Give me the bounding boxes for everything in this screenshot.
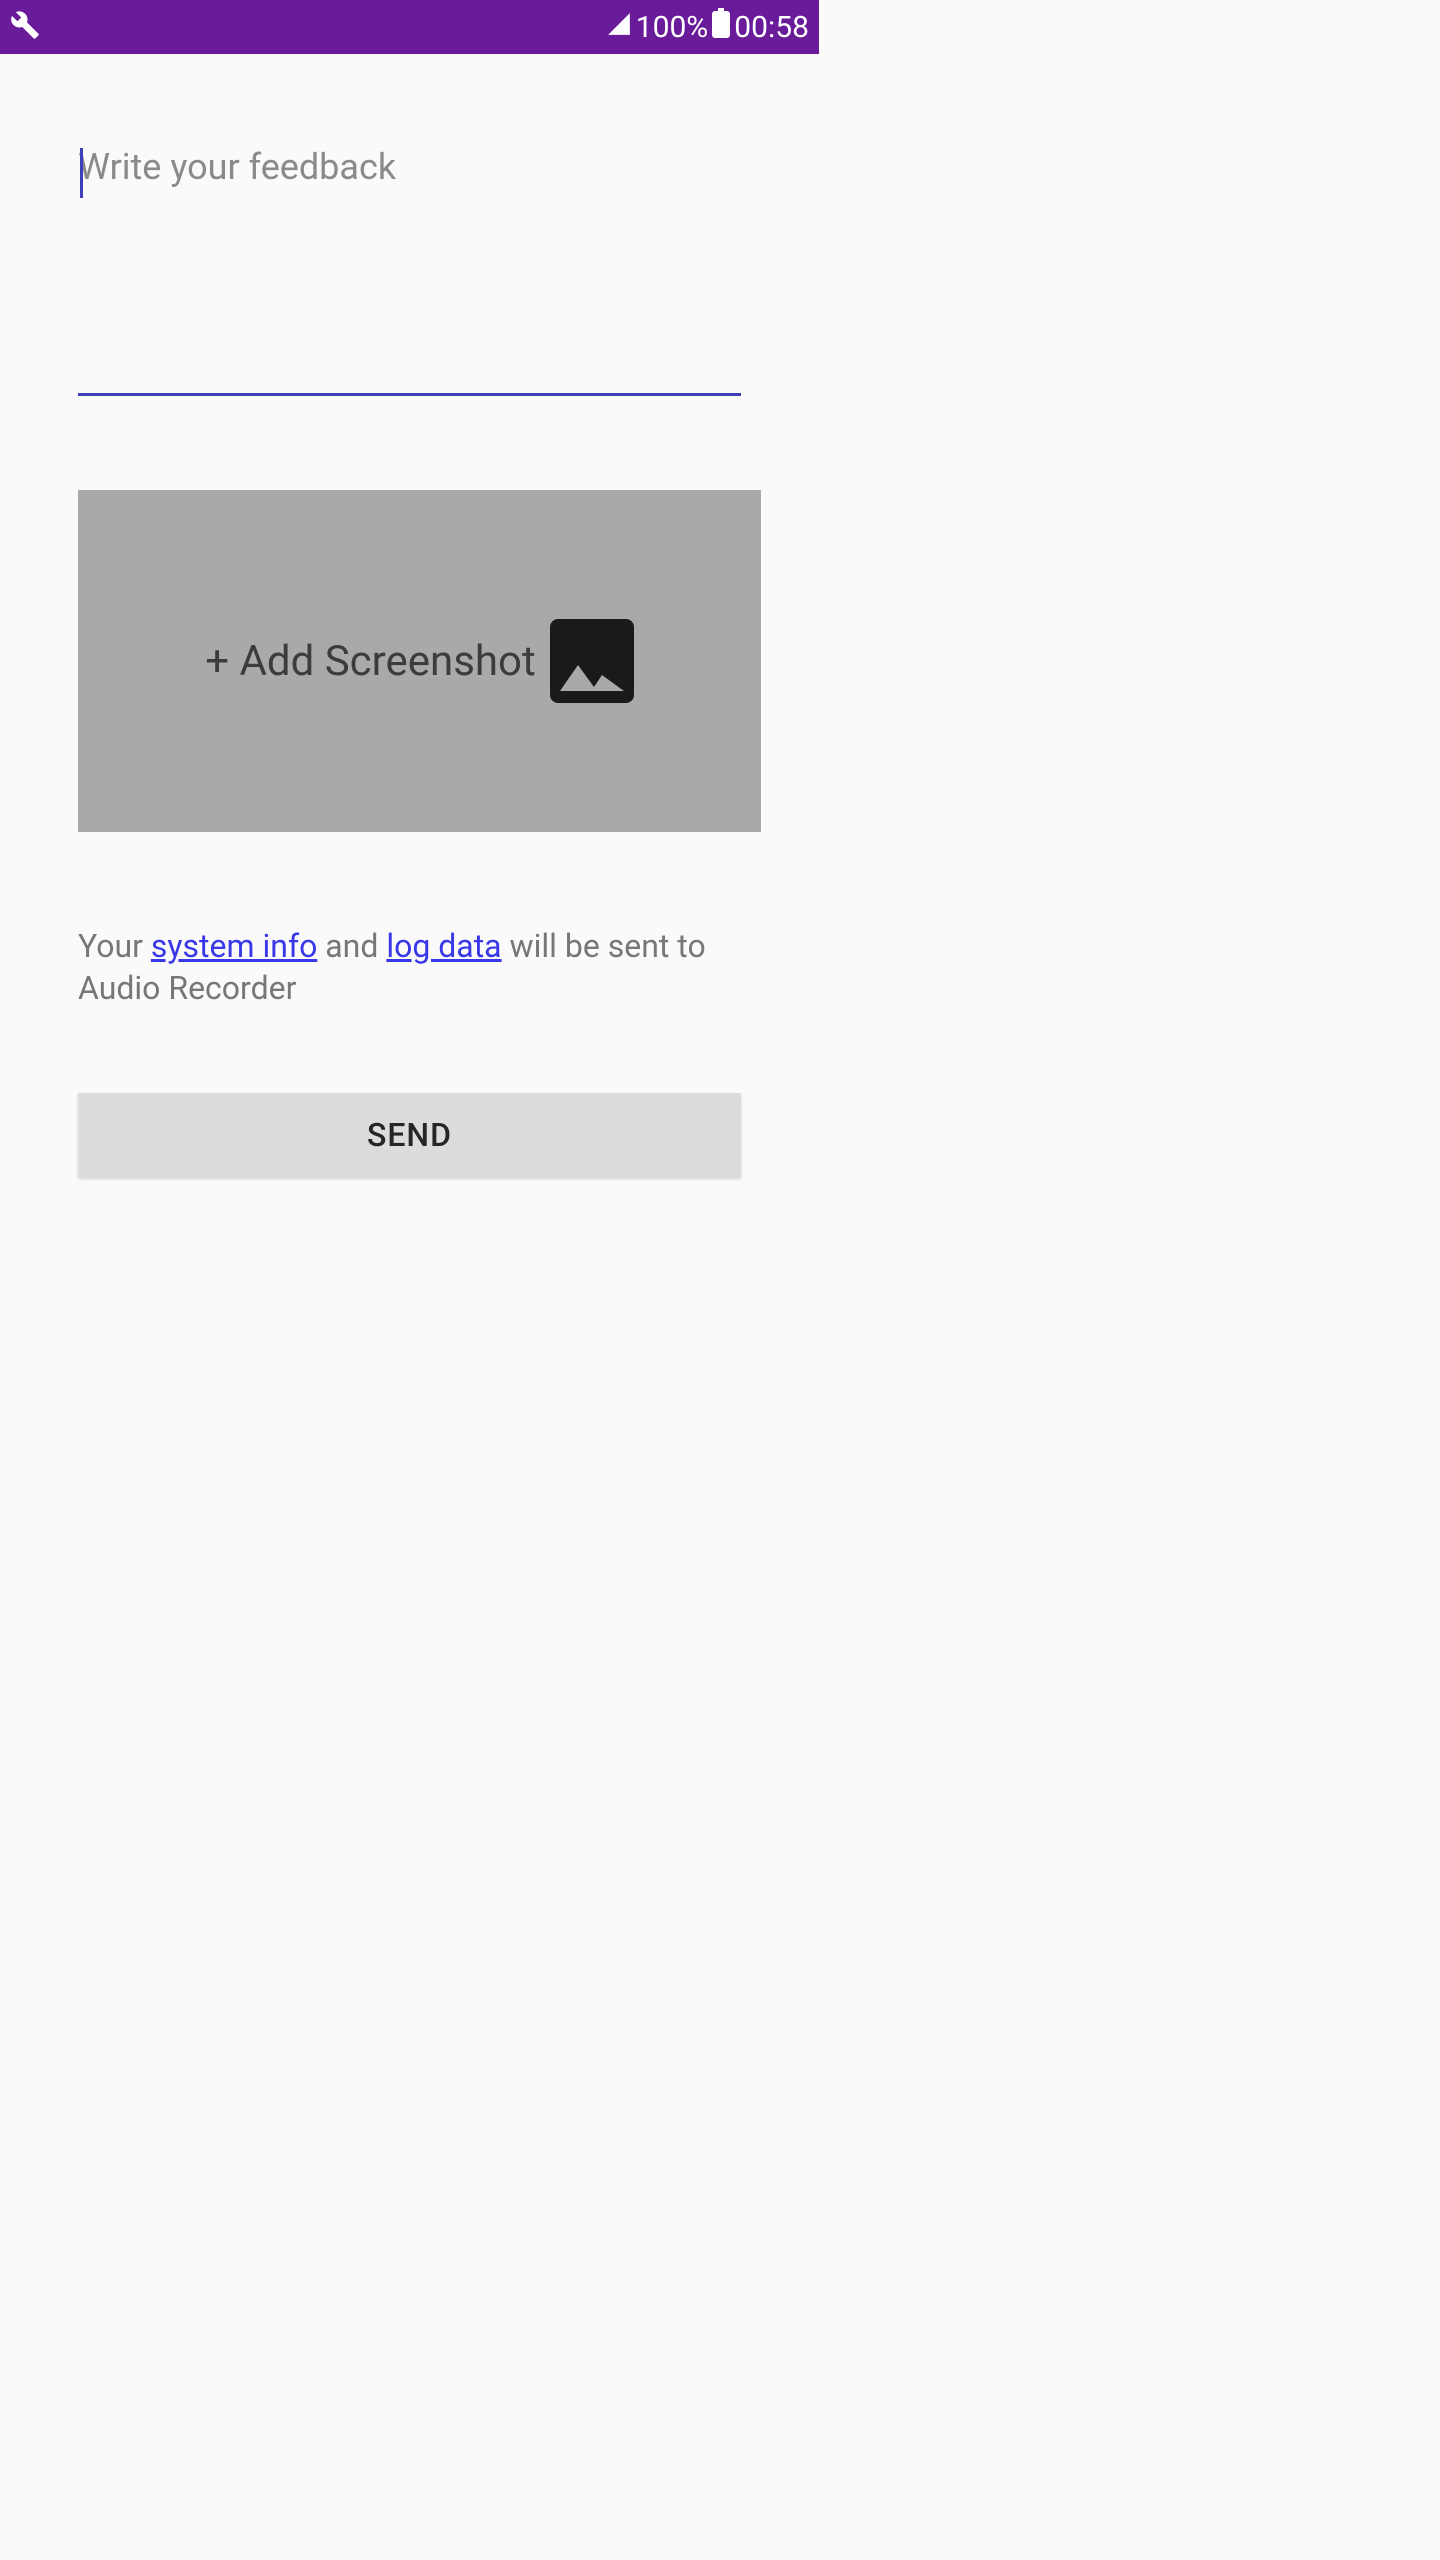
info-text-prefix: Your bbox=[78, 927, 151, 965]
system-info-link[interactable]: system info bbox=[151, 927, 317, 965]
text-cursor bbox=[80, 148, 83, 198]
status-bar-right: 100% 00:58 bbox=[606, 8, 809, 46]
battery-icon bbox=[712, 8, 730, 46]
log-data-link[interactable]: log data bbox=[386, 927, 501, 965]
feedback-input-container bbox=[78, 146, 741, 400]
feedback-input[interactable] bbox=[78, 146, 741, 396]
status-bar-left bbox=[10, 10, 40, 44]
add-screenshot-button[interactable]: + Add Screenshot bbox=[78, 490, 761, 832]
status-bar: 100% 00:58 bbox=[0, 0, 819, 54]
clock-time: 00:58 bbox=[734, 10, 809, 45]
signal-icon bbox=[606, 10, 632, 45]
send-button[interactable]: SEND bbox=[78, 1093, 741, 1177]
info-text-middle: and bbox=[317, 927, 386, 965]
add-screenshot-label: + Add Screenshot bbox=[205, 637, 535, 686]
wrench-icon bbox=[10, 10, 40, 44]
feedback-content: + Add Screenshot Your system info and lo… bbox=[0, 146, 819, 1177]
battery-percent: 100% bbox=[636, 10, 709, 45]
image-icon bbox=[550, 619, 634, 703]
info-text: Your system info and log data will be se… bbox=[78, 926, 741, 1009]
